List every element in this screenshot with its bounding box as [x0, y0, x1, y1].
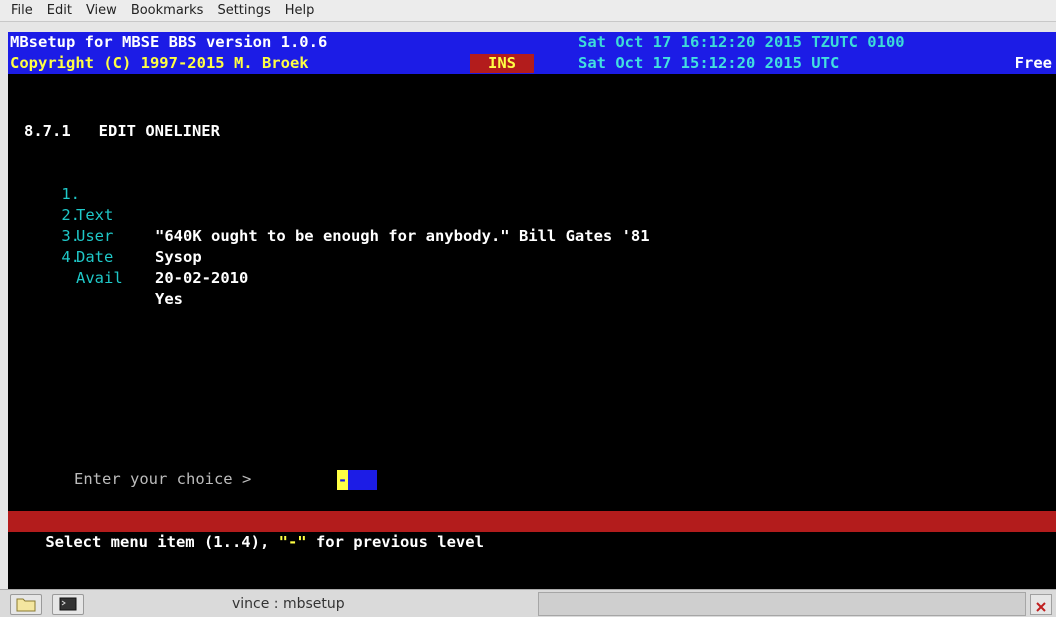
status-text-prefix: Select menu item (1..4),	[45, 533, 279, 551]
menu-bookmarks[interactable]: Bookmarks	[124, 0, 211, 22]
field-value: Yes	[155, 290, 183, 308]
close-icon	[1036, 602, 1046, 612]
field-value: 20-02-2010	[155, 269, 249, 287]
status-bar: Select menu item (1..4), "-" for previou…	[8, 511, 1056, 551]
choice-input-value[interactable]: -	[337, 470, 348, 490]
tray-close-icon[interactable]	[1030, 594, 1052, 615]
menu-bar: File Edit View Bookmarks Settings Help	[0, 0, 1056, 22]
terminal-launcher[interactable]	[52, 594, 84, 615]
field-label: Avail	[76, 269, 123, 287]
taskbar: vince : mbsetup	[0, 589, 1056, 617]
header-line-2: Copyright (C) 1997-2015 M. Broek INS Sat…	[8, 53, 1056, 74]
field-value: "640K ought to be enough for anybody." B…	[155, 227, 650, 245]
local-time: Sat Oct 17 16:12:20 2015 TZUTC 0100	[578, 33, 905, 51]
taskbar-empty-area	[538, 592, 1026, 616]
field-row-avail[interactable]: 4. Avail Yes	[24, 226, 183, 308]
folder-icon	[16, 598, 36, 612]
field-label: User	[76, 227, 114, 245]
utc-time: Sat Oct 17 15:12:20 2015 UTC	[578, 54, 840, 72]
menu-help[interactable]: Help	[278, 0, 322, 22]
menu-view[interactable]: View	[79, 0, 124, 22]
field-row-date[interactable]: 3. Date 20-02-2010	[24, 205, 248, 287]
file-manager-launcher[interactable]	[10, 594, 42, 615]
menu-settings[interactable]: Settings	[210, 0, 277, 22]
insert-mode-badge: INS	[470, 54, 534, 73]
terminal-screen[interactable]: MBsetup for MBSE BBS version 1.0.6 Sat O…	[8, 32, 1056, 589]
menu-file[interactable]: File	[4, 0, 40, 22]
field-label: Text	[76, 206, 114, 224]
field-label: Date	[76, 248, 114, 266]
menu-edit[interactable]: Edit	[40, 0, 79, 22]
task-entry-mbsetup[interactable]: vince : mbsetup	[120, 592, 534, 616]
copyright: Copyright (C) 1997-2015 M. Broek	[10, 54, 309, 72]
app-title: MBsetup for MBSE BBS version 1.0.6	[10, 33, 328, 51]
screen-title: 8.7.1 EDIT ONELINER	[24, 122, 220, 140]
choice-prompt: Enter your choice >	[74, 470, 261, 488]
field-value: Sysop	[155, 248, 202, 266]
status-text-key: "-"	[278, 533, 307, 551]
header-line-1: MBsetup for MBSE BBS version 1.0.6 Sat O…	[8, 32, 1056, 53]
terminal-icon	[59, 597, 77, 611]
free-label: Free	[1014, 54, 1052, 72]
field-row-text[interactable]: 1. Text "640K ought to be enough for any…	[24, 163, 649, 245]
status-text-suffix: for previous level	[306, 533, 484, 551]
field-number: 4.	[61, 248, 80, 266]
field-row-user[interactable]: 2. User Sysop	[24, 184, 201, 266]
